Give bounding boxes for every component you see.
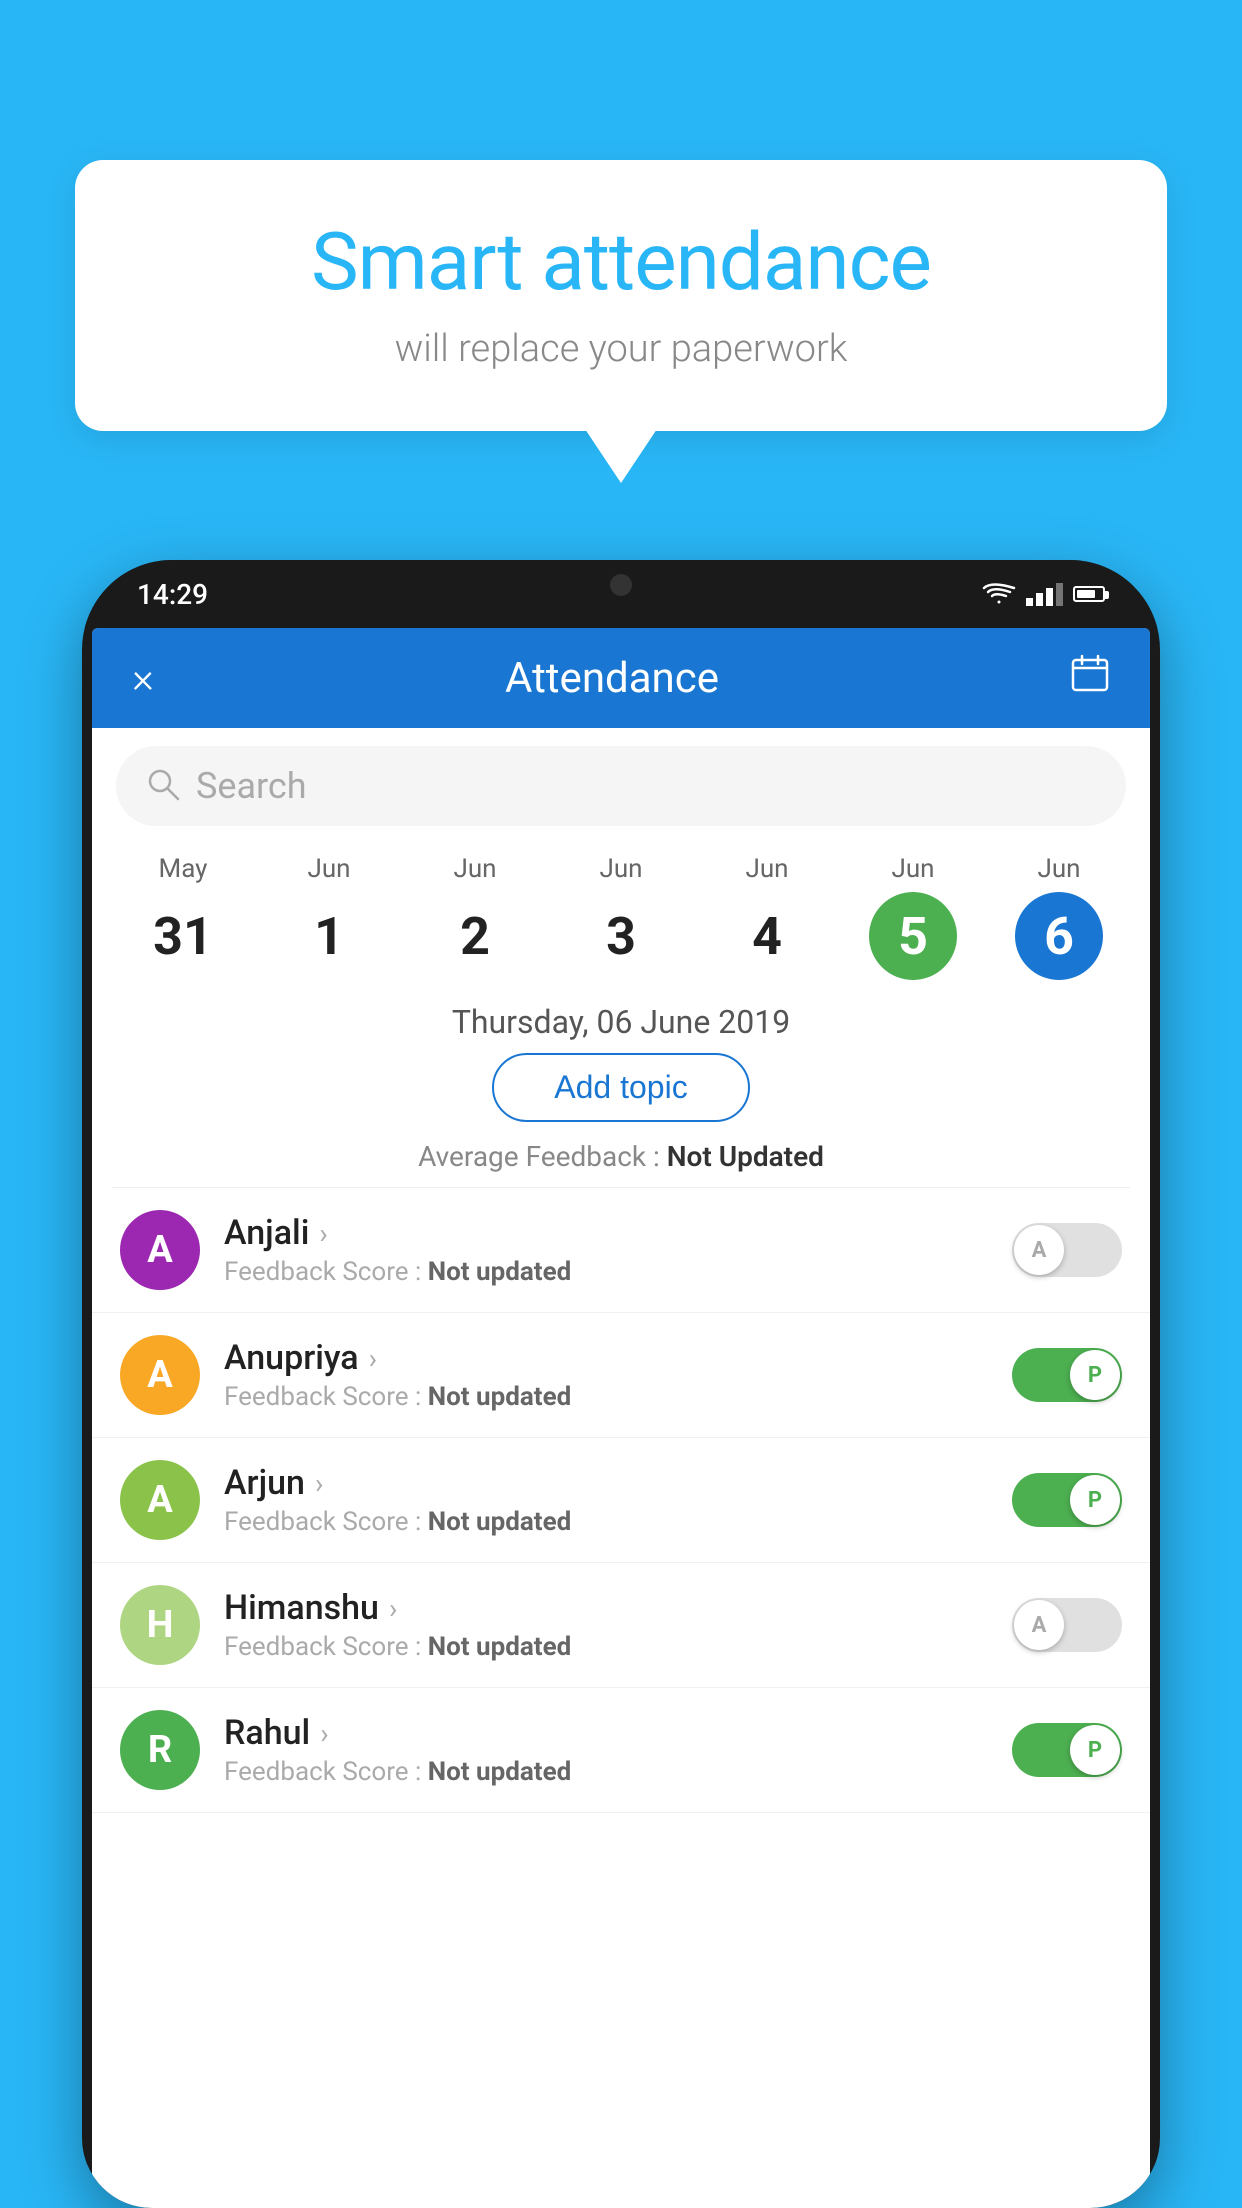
signal-icon	[1026, 583, 1063, 606]
student-feedback: Feedback Score : Not updated	[224, 1257, 988, 1287]
cal-date-number: 4	[723, 892, 811, 980]
phone-screen: × Attendance Search Ma	[92, 628, 1150, 2208]
chevron-right-icon: ›	[319, 1217, 327, 1250]
student-feedback: Feedback Score : Not updated	[224, 1507, 988, 1537]
student-avatar: R	[120, 1710, 200, 1790]
student-list: AAnjali›Feedback Score : Not updatedAAAn…	[92, 1188, 1150, 1813]
student-name: Anupriya	[224, 1338, 359, 1378]
close-button[interactable]: ×	[132, 654, 154, 703]
cal-month-label: Jun	[307, 854, 350, 884]
calendar-day[interactable]: Jun 6	[1007, 854, 1112, 980]
cal-month-label: May	[159, 854, 208, 884]
student-item[interactable]: A Anjali › Feedback Score : Not updated A	[92, 1188, 1150, 1313]
toggle-letter: P	[1088, 1488, 1102, 1513]
battery-icon	[1073, 586, 1105, 602]
search-icon	[146, 767, 180, 805]
status-time: 14:29	[137, 578, 208, 611]
attendance-toggle[interactable]: P	[1012, 1348, 1122, 1402]
calendar-day[interactable]: Jun 1	[277, 854, 382, 980]
phone-notch	[561, 560, 681, 610]
speech-bubble: Smart attendance will replace your paper…	[75, 160, 1167, 431]
toggle-knob: P	[1070, 1725, 1120, 1775]
front-camera	[610, 574, 632, 596]
toggle-wrap[interactable]: P	[1012, 1473, 1122, 1527]
calendar-day[interactable]: Jun 3	[569, 854, 674, 980]
student-info: Arjun › Feedback Score : Not updated	[224, 1463, 988, 1537]
toggle-knob: P	[1070, 1475, 1120, 1525]
toggle-wrap[interactable]: P	[1012, 1348, 1122, 1402]
search-placeholder: Search	[196, 765, 307, 807]
student-name: Rahul	[224, 1713, 310, 1753]
cal-date-number: 2	[431, 892, 519, 980]
student-avatar: A	[120, 1210, 200, 1290]
calendar-day[interactable]: Jun 5	[861, 854, 966, 980]
cal-month-label: Jun	[453, 854, 496, 884]
search-bar[interactable]: Search	[116, 746, 1126, 826]
avg-feedback-label: Average Feedback :	[418, 1140, 667, 1173]
chevron-right-icon: ›	[315, 1467, 323, 1500]
status-icons	[982, 582, 1105, 606]
calendar-day[interactable]: Jun 4	[715, 854, 820, 980]
chevron-right-icon: ›	[320, 1717, 328, 1750]
toggle-knob: P	[1070, 1350, 1120, 1400]
toggle-letter: A	[1032, 1238, 1047, 1263]
bubble-subtitle: will replace your paperwork	[135, 327, 1107, 371]
student-name: Anjali	[224, 1213, 309, 1253]
student-name: Arjun	[224, 1463, 305, 1503]
student-avatar: A	[120, 1460, 200, 1540]
calendar-strip: May 31 Jun 1 Jun 2 Jun 3 Jun 4 Jun 5 Jun 6	[92, 844, 1150, 985]
toggle-letter: P	[1088, 1363, 1102, 1388]
student-name: Himanshu	[224, 1588, 379, 1628]
student-info: Himanshu › Feedback Score : Not updated	[224, 1588, 988, 1662]
bubble-title: Smart attendance	[135, 215, 1107, 309]
wifi-icon	[982, 582, 1016, 606]
selected-date-display: Thursday, 06 June 2019	[92, 1003, 1150, 1041]
student-item[interactable]: A Anupriya › Feedback Score : Not updated P	[92, 1313, 1150, 1438]
cal-date-number: 6	[1015, 892, 1103, 980]
toggle-knob: A	[1014, 1225, 1064, 1275]
student-item[interactable]: R Rahul › Feedback Score : Not updated P	[92, 1688, 1150, 1813]
cal-month-label: Jun	[891, 854, 934, 884]
cal-date-number: 1	[285, 892, 373, 980]
cal-date-number: 5	[869, 892, 957, 980]
toggle-knob: A	[1014, 1600, 1064, 1650]
student-feedback: Feedback Score : Not updated	[224, 1632, 988, 1662]
student-feedback: Feedback Score : Not updated	[224, 1757, 988, 1787]
attendance-toggle[interactable]: P	[1012, 1723, 1122, 1777]
toggle-letter: A	[1032, 1613, 1047, 1638]
cal-date-number: 3	[577, 892, 665, 980]
cal-month-label: Jun	[599, 854, 642, 884]
phone-frame: 14:29 × Attend	[82, 560, 1160, 2208]
student-avatar: A	[120, 1335, 200, 1415]
student-info: Anjali › Feedback Score : Not updated	[224, 1213, 988, 1287]
attendance-toggle[interactable]: A	[1012, 1598, 1122, 1652]
avg-feedback-value: Not Updated	[667, 1140, 824, 1173]
toggle-wrap[interactable]: A	[1012, 1598, 1122, 1652]
student-item[interactable]: A Arjun › Feedback Score : Not updated P	[92, 1438, 1150, 1563]
student-feedback: Feedback Score : Not updated	[224, 1382, 988, 1412]
chevron-right-icon: ›	[389, 1592, 397, 1625]
calendar-day[interactable]: Jun 2	[423, 854, 528, 980]
chevron-right-icon: ›	[369, 1342, 377, 1375]
app-header: × Attendance	[92, 628, 1150, 728]
student-item[interactable]: H Himanshu › Feedback Score : Not updated A	[92, 1563, 1150, 1688]
toggle-letter: P	[1088, 1738, 1102, 1763]
calendar-day[interactable]: May 31	[131, 854, 236, 980]
cal-month-label: Jun	[745, 854, 788, 884]
add-topic-button[interactable]: Add topic	[492, 1053, 749, 1122]
toggle-wrap[interactable]: A	[1012, 1223, 1122, 1277]
student-info: Anupriya › Feedback Score : Not updated	[224, 1338, 988, 1412]
student-avatar: H	[120, 1585, 200, 1665]
toggle-wrap[interactable]: P	[1012, 1723, 1122, 1777]
avg-feedback-display: Average Feedback : Not Updated	[92, 1140, 1150, 1173]
app-title: Attendance	[505, 654, 719, 703]
attendance-toggle[interactable]: A	[1012, 1223, 1122, 1277]
calendar-icon[interactable]	[1070, 653, 1110, 703]
cal-date-number: 31	[139, 892, 227, 980]
student-info: Rahul › Feedback Score : Not updated	[224, 1713, 988, 1787]
cal-month-label: Jun	[1037, 854, 1080, 884]
attendance-toggle[interactable]: P	[1012, 1473, 1122, 1527]
